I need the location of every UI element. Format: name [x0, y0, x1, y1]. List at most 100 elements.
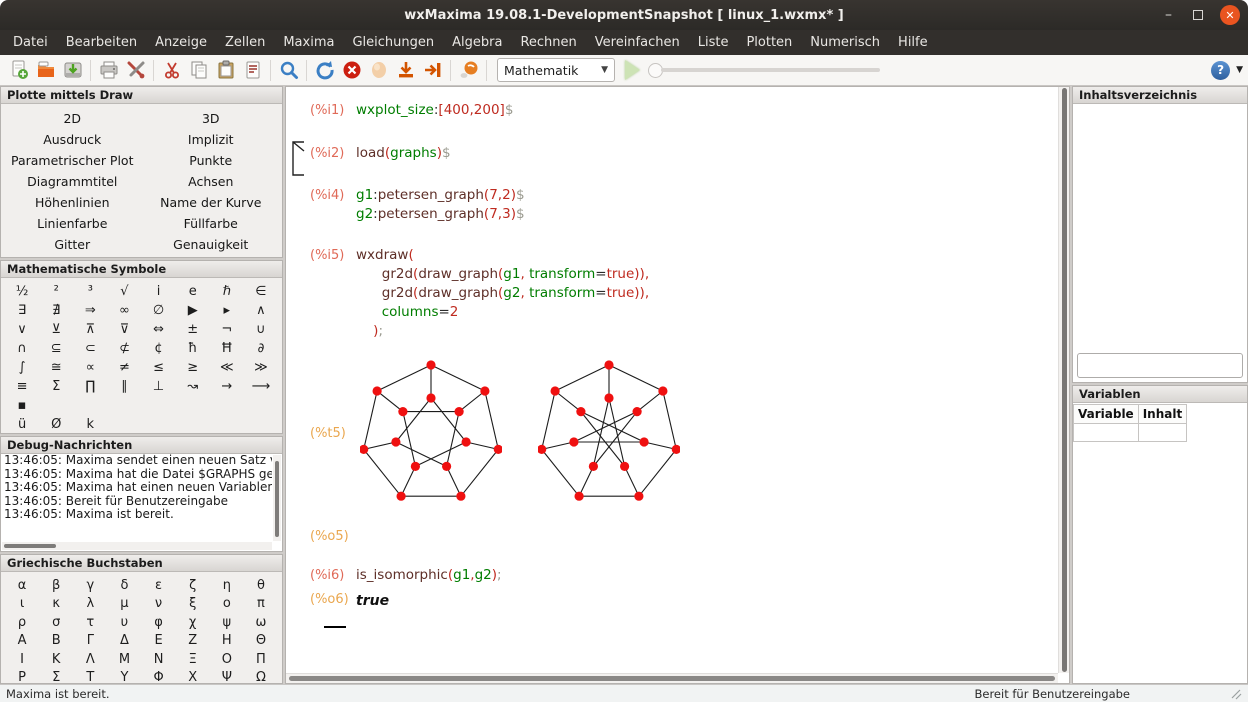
greek-Ζ[interactable]: Ζ	[176, 632, 210, 651]
symbol-∨[interactable]: ∨	[5, 320, 39, 339]
menu-vereinfachen[interactable]: Vereinfachen	[586, 32, 689, 53]
input-cell-i1[interactable]: (%i1)wxplot_size:[400,200]$	[310, 101, 1058, 120]
greek-β[interactable]: β	[39, 576, 73, 595]
toc-list[interactable]	[1073, 104, 1247, 382]
greek-δ[interactable]: δ	[107, 576, 141, 595]
symbol-∩[interactable]: ∩	[5, 339, 39, 358]
greek-Ν[interactable]: Ν	[142, 650, 176, 669]
symbol-≅[interactable]: ≅	[39, 358, 73, 377]
greek-υ[interactable]: υ	[107, 613, 141, 632]
greek-Κ[interactable]: Κ	[39, 650, 73, 669]
greek-γ[interactable]: γ	[73, 576, 107, 595]
greek-α[interactable]: α	[5, 576, 39, 595]
symbol-∏[interactable]: ∏	[73, 377, 107, 396]
symbol-⊻[interactable]: ⊻	[39, 320, 73, 339]
greek-θ[interactable]: θ	[244, 576, 278, 595]
resize-grip-icon[interactable]	[1230, 688, 1242, 700]
symbol-i[interactable]: i	[142, 282, 176, 301]
greek-χ[interactable]: χ	[176, 613, 210, 632]
menu-zellen[interactable]: Zellen	[216, 32, 274, 53]
draw-button-höhenlinien[interactable]: Höhenlinien	[3, 192, 142, 213]
evaluate-till-here-button[interactable]	[392, 57, 419, 84]
greek-Β[interactable]: Β	[39, 632, 73, 651]
symbol-ü[interactable]: ü	[5, 415, 39, 434]
symbol-∝[interactable]: ∝	[73, 358, 107, 377]
cell-content[interactable]: load(graphs)$	[356, 144, 451, 163]
symbol-Ø[interactable]: Ø	[39, 415, 73, 434]
cell-content[interactable]: g1:petersen_graph(7,2)$g2:petersen_graph…	[356, 186, 525, 224]
menu-bearbeiten[interactable]: Bearbeiten	[57, 32, 146, 53]
symbol-→[interactable]: →	[210, 377, 244, 396]
symbol-½[interactable]: ½	[5, 282, 39, 301]
symbol-▪[interactable]: ▪	[5, 396, 39, 415]
draw-button-ausdruck[interactable]: Ausdruck	[3, 129, 142, 150]
greek-ε[interactable]: ε	[142, 576, 176, 595]
symbol-≡[interactable]: ≡	[5, 377, 39, 396]
toc-filter-input[interactable]	[1077, 353, 1243, 378]
greek-κ[interactable]: κ	[39, 595, 73, 614]
clean-memory-button[interactable]	[455, 57, 482, 84]
symbol-⊽[interactable]: ⊽	[107, 320, 141, 339]
greek-Η[interactable]: Η	[210, 632, 244, 651]
draw-button-3d[interactable]: 3D	[142, 108, 281, 129]
draw-button-implizit[interactable]: Implizit	[142, 129, 281, 150]
menu-numerisch[interactable]: Numerisch	[801, 32, 889, 53]
toolbar-overflow-icon[interactable]: ▼	[1236, 65, 1243, 75]
symbol-√[interactable]: √	[107, 282, 141, 301]
greek-ω[interactable]: ω	[244, 613, 278, 632]
menu-anzeige[interactable]: Anzeige	[146, 32, 216, 53]
draw-button-parametrischer-plot[interactable]: Parametrischer Plot	[3, 150, 142, 171]
greek-Ι[interactable]: Ι	[5, 650, 39, 669]
animation-slider[interactable]	[648, 63, 880, 78]
symbol-⟶[interactable]: ⟶	[244, 377, 278, 396]
cell-type-select[interactable]: Mathematik ▼	[497, 58, 615, 82]
evaluate-rest-button[interactable]	[419, 57, 446, 84]
greek-ψ[interactable]: ψ	[210, 613, 244, 632]
petersen-graph-2[interactable]	[538, 355, 680, 511]
paste-button[interactable]	[212, 57, 239, 84]
greek-η[interactable]: η	[210, 576, 244, 595]
cell-bracket-icon[interactable]	[292, 141, 306, 177]
close-button[interactable]: ✕	[1220, 5, 1240, 25]
greek-ρ[interactable]: ρ	[5, 613, 39, 632]
symbol-⇔[interactable]: ⇔	[142, 320, 176, 339]
symbol-∪[interactable]: ∪	[244, 320, 278, 339]
menu-datei[interactable]: Datei	[4, 32, 57, 53]
symbol-∈[interactable]: ∈	[244, 282, 278, 301]
input-cell-i2[interactable]: (%i2)load(graphs)$	[310, 144, 1058, 163]
draw-button-linienfarbe[interactable]: Linienfarbe	[3, 213, 142, 234]
symbol-↝[interactable]: ↝	[176, 377, 210, 396]
follow-button[interactable]	[365, 57, 392, 84]
draw-button-punkte[interactable]: Punkte	[142, 150, 281, 171]
symbol-±[interactable]: ±	[176, 320, 210, 339]
symbol-≪[interactable]: ≪	[210, 358, 244, 377]
cut-button[interactable]	[158, 57, 185, 84]
greek-ξ[interactable]: ξ	[176, 595, 210, 614]
output-cell-o6[interactable]: (%o6)true	[310, 590, 1058, 611]
symbol-¢[interactable]: ¢	[142, 339, 176, 358]
menu-gleichungen[interactable]: Gleichungen	[343, 32, 443, 53]
greek-Ο[interactable]: Ο	[210, 650, 244, 669]
greek-Γ[interactable]: Γ	[73, 632, 107, 651]
symbol-ℏ[interactable]: ℏ	[210, 282, 244, 301]
greek-λ[interactable]: λ	[73, 595, 107, 614]
greek-Θ[interactable]: Θ	[244, 632, 278, 651]
symbol-Σ[interactable]: Σ	[39, 377, 73, 396]
maximize-button[interactable]	[1193, 10, 1203, 20]
cell-content[interactable]	[360, 355, 680, 511]
cell-content[interactable]: wxplot_size:[400,200]$	[356, 101, 513, 120]
select-all-button[interactable]	[239, 57, 266, 84]
interrupt-button[interactable]	[338, 57, 365, 84]
greek-Ε[interactable]: Ε	[142, 632, 176, 651]
menu-rechnen[interactable]: Rechnen	[511, 32, 585, 53]
symbol-ħ[interactable]: ħ	[176, 339, 210, 358]
symbol-∫[interactable]: ∫	[5, 358, 39, 377]
help-button[interactable]: ?	[1211, 61, 1230, 80]
symbol-⊼[interactable]: ⊼	[73, 320, 107, 339]
variables-table[interactable]: Variable Inhalt	[1073, 404, 1187, 442]
greek-ν[interactable]: ν	[142, 595, 176, 614]
symbol-⊥[interactable]: ⊥	[142, 377, 176, 396]
preferences-button[interactable]	[122, 57, 149, 84]
print-button[interactable]	[95, 57, 122, 84]
restart-maxima-button[interactable]	[311, 57, 338, 84]
